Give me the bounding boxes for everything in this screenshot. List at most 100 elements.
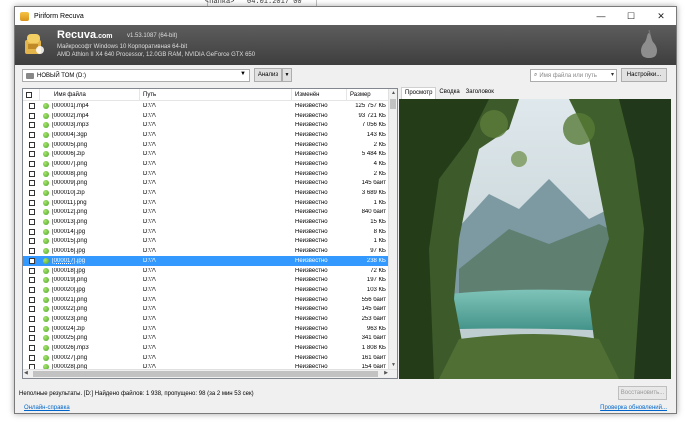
row-checkbox-cell[interactable] xyxy=(23,112,40,119)
scrollbar-thumb[interactable] xyxy=(390,99,396,109)
row-checkbox[interactable] xyxy=(28,112,35,119)
tab-header[interactable]: Заголовок xyxy=(463,87,497,99)
row-checkbox-cell[interactable] xyxy=(23,199,40,206)
row-checkbox[interactable] xyxy=(28,354,35,361)
row-checkbox[interactable] xyxy=(28,199,35,206)
row-checkbox-cell[interactable] xyxy=(23,306,40,313)
minimize-button[interactable]: — xyxy=(586,7,616,25)
row-checkbox-cell[interactable] xyxy=(23,296,40,303)
row-checkbox-cell[interactable] xyxy=(23,209,40,216)
row-checkbox-cell[interactable] xyxy=(23,315,40,322)
table-row[interactable]: [000012].png D:\?\ Неизвестно 840 байт xyxy=(23,208,397,218)
table-row[interactable]: [000002].mp4 D:\?\ Неизвестно 93 721 КБ xyxy=(23,111,397,121)
table-row[interactable]: [000014].jpg D:\?\ Неизвестно 8 КБ xyxy=(23,227,397,237)
title-bar[interactable]: Piriform Recuva — ☐ ✕ xyxy=(15,7,676,25)
row-checkbox[interactable] xyxy=(28,248,35,255)
row-checkbox[interactable] xyxy=(28,315,35,322)
row-checkbox[interactable] xyxy=(28,257,35,264)
row-checkbox-cell[interactable] xyxy=(23,160,40,167)
table-row[interactable]: [000006].zip D:\?\ Неизвестно 5 484 КБ xyxy=(23,149,397,159)
table-row[interactable]: [000008].png D:\?\ Неизвестно 2 КБ xyxy=(23,169,397,179)
table-row[interactable]: [000009].png D:\?\ Неизвестно 145 байт xyxy=(23,179,397,189)
table-row[interactable]: [000011].png D:\?\ Неизвестно 1 КБ xyxy=(23,198,397,208)
table-row[interactable]: [000001].mp4 D:\?\ Неизвестно 125 757 КБ xyxy=(23,101,397,111)
scan-dropdown-button[interactable]: ▼ xyxy=(282,68,292,82)
maximize-button[interactable]: ☐ xyxy=(616,7,646,25)
row-checkbox[interactable] xyxy=(28,228,35,235)
row-checkbox-cell[interactable] xyxy=(23,131,40,138)
row-checkbox[interactable] xyxy=(28,122,35,129)
select-all-column[interactable] xyxy=(23,89,40,101)
settings-button[interactable]: Настройки... xyxy=(621,68,667,82)
restore-button[interactable]: Восстановить... xyxy=(618,386,667,400)
column-size[interactable]: Размер xyxy=(347,89,389,101)
table-row[interactable]: [000021].png D:\?\ Неизвестно 556 байт xyxy=(23,295,397,305)
table-row[interactable]: [000024].zip D:\?\ Неизвестно 963 КБ xyxy=(23,324,397,334)
row-checkbox-cell[interactable] xyxy=(23,286,40,293)
table-row[interactable]: [000018].jpg D:\?\ Неизвестно 72 КБ xyxy=(23,266,397,276)
column-path[interactable]: Путь xyxy=(140,89,292,101)
check-updates-link[interactable]: Проверка обновлений... xyxy=(600,405,667,411)
search-input[interactable]: ⌕ Имя файла или путь ▾ xyxy=(530,69,617,82)
row-checkbox[interactable] xyxy=(28,219,35,226)
row-checkbox[interactable] xyxy=(28,141,35,148)
row-checkbox[interactable] xyxy=(28,180,35,187)
table-row[interactable]: [000013].png D:\?\ Неизвестно 15 КБ xyxy=(23,217,397,227)
row-checkbox[interactable] xyxy=(28,151,35,158)
file-list[interactable]: Имя файла Путь Изменён Размер [000001].m… xyxy=(22,88,398,379)
scroll-up-icon[interactable]: ▲ xyxy=(389,89,397,97)
online-help-link[interactable]: Онлайн-справка xyxy=(24,405,70,411)
row-checkbox-cell[interactable] xyxy=(23,170,40,177)
table-row[interactable]: [000022].png D:\?\ Неизвестно 145 байт xyxy=(23,304,397,314)
row-checkbox[interactable] xyxy=(28,267,35,274)
horizontal-scrollbar[interactable]: ◀ ▶ xyxy=(23,369,397,378)
vertical-scrollbar[interactable]: ▲ ▼ xyxy=(388,89,397,369)
row-checkbox-cell[interactable] xyxy=(23,335,40,342)
row-checkbox[interactable] xyxy=(28,296,35,303)
table-row[interactable]: [000017].jpg D:\?\ Неизвестно 238 КБ xyxy=(23,256,397,266)
row-checkbox-cell[interactable] xyxy=(23,141,40,148)
row-checkbox-cell[interactable] xyxy=(23,267,40,274)
row-checkbox[interactable] xyxy=(28,102,35,109)
table-row[interactable]: [000016].jpg D:\?\ Неизвестно 97 КБ xyxy=(23,246,397,256)
row-checkbox[interactable] xyxy=(28,238,35,245)
row-checkbox[interactable] xyxy=(28,277,35,284)
scrollbar-thumb[interactable] xyxy=(33,371,378,377)
row-checkbox[interactable] xyxy=(28,325,35,332)
row-checkbox-cell[interactable] xyxy=(23,257,40,264)
table-row[interactable]: [000025].png D:\?\ Неизвестно 341 байт xyxy=(23,334,397,344)
row-checkbox[interactable] xyxy=(28,209,35,216)
scan-button[interactable]: Анализ xyxy=(254,68,282,82)
table-row[interactable]: [000004].3gp D:\?\ Неизвестно 143 КБ xyxy=(23,130,397,140)
row-checkbox-cell[interactable] xyxy=(23,102,40,109)
row-checkbox-cell[interactable] xyxy=(23,122,40,129)
table-row[interactable]: [000027].png D:\?\ Неизвестно 161 байт xyxy=(23,353,397,363)
table-row[interactable]: [000023].png D:\?\ Неизвестно 253 байт xyxy=(23,314,397,324)
table-row[interactable]: [000005].png D:\?\ Неизвестно 2 КБ xyxy=(23,140,397,150)
scroll-left-icon[interactable]: ◀ xyxy=(24,370,28,376)
row-checkbox-cell[interactable] xyxy=(23,228,40,235)
close-button[interactable]: ✕ xyxy=(646,7,676,25)
table-row[interactable]: [000010].zip D:\?\ Неизвестно 3 689 КБ xyxy=(23,188,397,198)
scroll-down-icon[interactable]: ▼ xyxy=(389,361,397,369)
table-row[interactable]: [000026].mp3 D:\?\ Неизвестно 1 808 КБ xyxy=(23,343,397,353)
column-name[interactable]: Имя файла xyxy=(40,89,140,101)
table-row[interactable]: [000015].png D:\?\ Неизвестно 1 КБ xyxy=(23,237,397,247)
row-checkbox[interactable] xyxy=(28,306,35,313)
row-checkbox-cell[interactable] xyxy=(23,238,40,245)
select-all-checkbox[interactable] xyxy=(26,92,32,98)
table-row[interactable]: [000007].png D:\?\ Неизвестно 4 КБ xyxy=(23,159,397,169)
drive-select[interactable]: НОВЫЙ ТОМ (D:) ▼ xyxy=(22,69,250,82)
tab-summary[interactable]: Сводка xyxy=(436,87,462,99)
row-checkbox-cell[interactable] xyxy=(23,190,40,197)
row-checkbox-cell[interactable] xyxy=(23,151,40,158)
table-row[interactable]: [000003].mp3 D:\?\ Неизвестно 7 056 КБ xyxy=(23,120,397,130)
row-checkbox-cell[interactable] xyxy=(23,219,40,226)
row-checkbox-cell[interactable] xyxy=(23,248,40,255)
table-row[interactable]: [000019].png D:\?\ Неизвестно 197 КБ xyxy=(23,275,397,285)
row-checkbox[interactable] xyxy=(28,335,35,342)
row-checkbox[interactable] xyxy=(28,160,35,167)
row-checkbox[interactable] xyxy=(28,170,35,177)
row-checkbox-cell[interactable] xyxy=(23,354,40,361)
row-checkbox[interactable] xyxy=(28,190,35,197)
